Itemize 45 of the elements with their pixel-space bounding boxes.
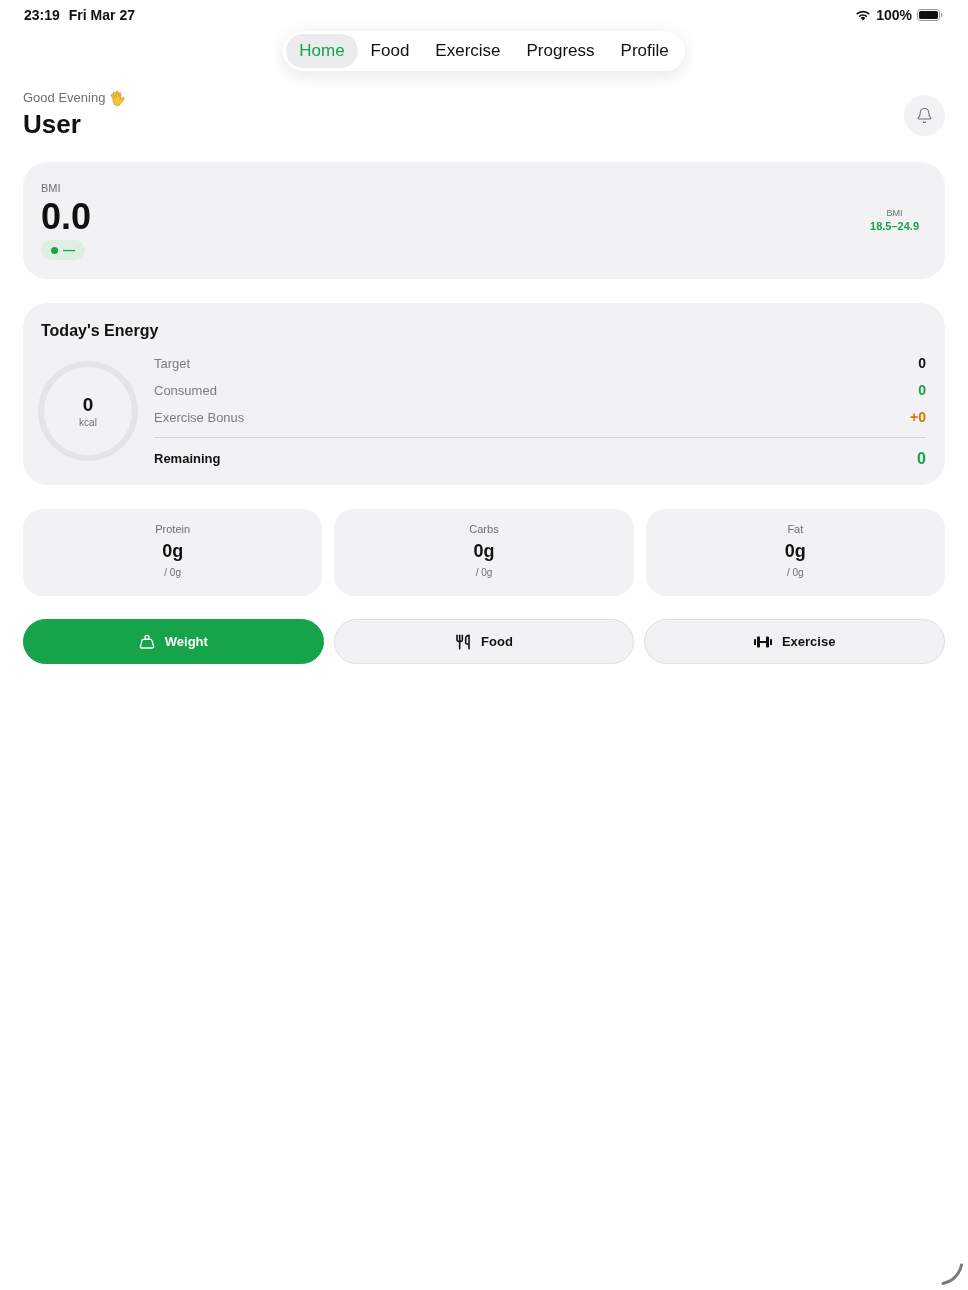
- greeting-text: Good Evening: [23, 89, 106, 108]
- dumbbell-icon: [753, 635, 772, 648]
- remaining-label: Remaining: [154, 449, 221, 468]
- nav-tab[interactable]: Progress: [513, 34, 608, 68]
- status-time: 23:19: [24, 5, 60, 25]
- waving-hand-icon: [109, 89, 127, 107]
- macro-value: 0g: [473, 540, 495, 562]
- macro-goal: / 0g: [787, 566, 804, 579]
- energy-row-label: Target: [154, 354, 191, 373]
- ring-unit: kcal: [79, 415, 97, 429]
- nav-tab[interactable]: Exercise: [422, 34, 514, 68]
- macro-value: 0g: [162, 540, 184, 562]
- remaining-value: 0: [917, 448, 926, 469]
- corner-arc-icon: [941, 1263, 963, 1285]
- macro-value: 0g: [784, 540, 806, 562]
- user-name: User: [23, 108, 82, 140]
- exercise-button[interactable]: Exercise: [644, 619, 945, 664]
- fork-knife-icon: [455, 633, 472, 650]
- macro-goal: / 0g: [475, 566, 493, 579]
- food-button[interactable]: Food: [333, 619, 635, 664]
- macro-label: Carbs: [469, 522, 499, 536]
- bmi-label: BMI: [41, 181, 62, 195]
- energy-row-value: +0: [910, 408, 926, 427]
- macro-goal: / 0g: [164, 566, 181, 579]
- macro-label: Fat: [787, 522, 804, 536]
- bell-icon: [916, 106, 933, 124]
- wifi-icon: [855, 9, 872, 21]
- bmi-range-value: 18.5–24.9: [870, 219, 919, 234]
- energy-row-label: Consumed: [154, 381, 217, 400]
- energy-title: Today's Energy: [41, 321, 160, 341]
- bmi-value: 0.0: [41, 197, 92, 237]
- ring-value: 0: [82, 393, 94, 416]
- status-date: Fri Mar 27: [68, 5, 135, 25]
- notification-button[interactable]: [904, 94, 945, 136]
- battery-percent: 100%: [876, 5, 912, 25]
- macro-label: Protein: [155, 522, 191, 536]
- energy-row-label: Exercise Bonus: [154, 408, 245, 427]
- energy-row-value: 0: [918, 381, 926, 400]
- battery-icon: [917, 9, 943, 21]
- bmi-status-text: —: [63, 243, 75, 257]
- nav-tab[interactable]: Food: [357, 34, 423, 68]
- energy-row-value: 0: [918, 354, 926, 373]
- bmi-range-label: BMI: [886, 207, 903, 219]
- weight-icon: [138, 633, 155, 650]
- nav-tab[interactable]: Profile: [607, 34, 682, 68]
